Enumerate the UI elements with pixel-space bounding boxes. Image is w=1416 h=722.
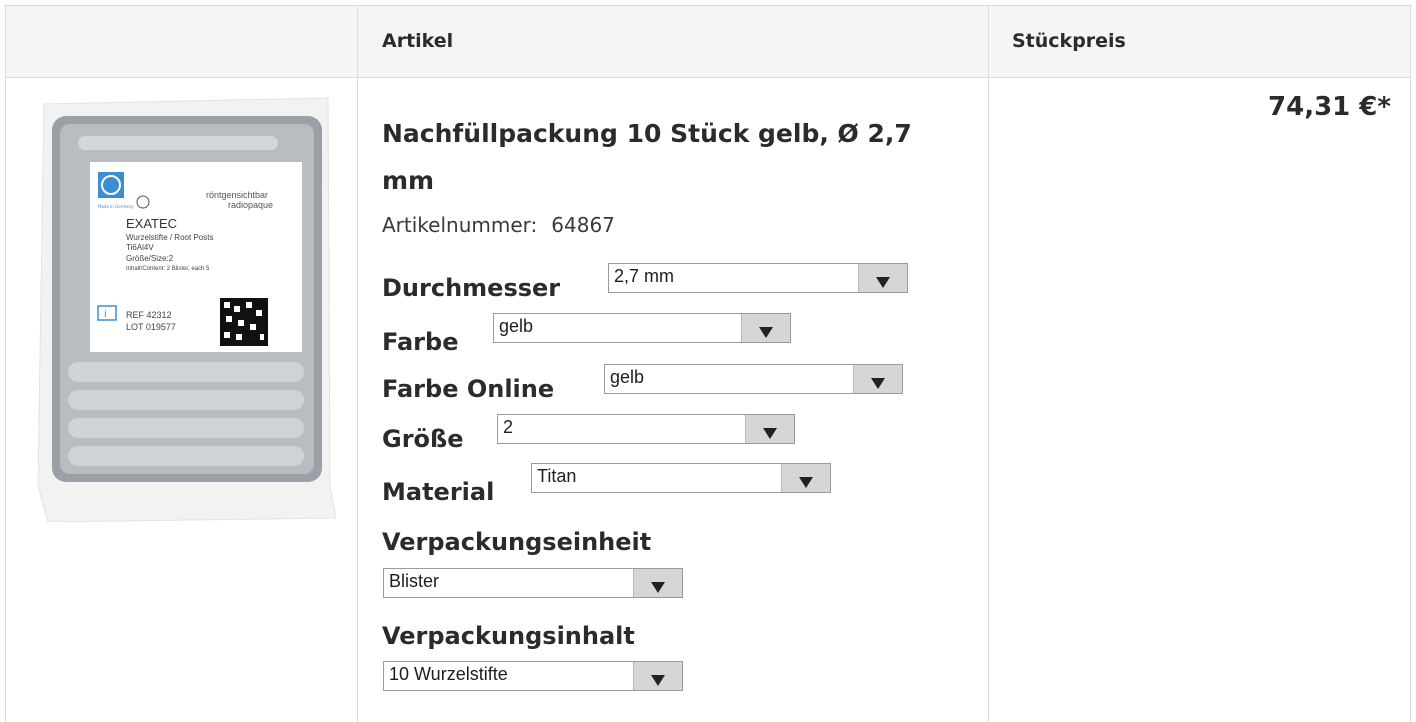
select-groesse-value: 2 <box>503 417 514 437</box>
label-verpackungseinheit: Verpackungseinheit <box>382 528 652 556</box>
select-durchmesser-value: 2,7 mm <box>614 266 675 286</box>
image-ref: REF 42312 <box>126 310 172 320</box>
article-number: Artikelnummer: 64867 <box>382 213 615 237</box>
select-farbe-online[interactable]: gelb <box>604 364 903 394</box>
chevron-down-icon <box>799 477 813 488</box>
select-verpackungsinhalt[interactable]: 10 Wurzelstifte <box>383 661 683 691</box>
column-header-article: Artikel <box>382 30 454 52</box>
chevron-down-icon <box>763 428 777 439</box>
select-farbe[interactable]: gelb <box>493 313 791 343</box>
article-number-label: Artikelnummer: <box>382 213 538 237</box>
select-verpackungsinhalt-button[interactable] <box>633 662 682 690</box>
image-desc: Wurzelstifte / Root Posts <box>126 233 213 242</box>
product-title: Nachfüllpackung 10 Stück gelb, Ø 2,7 mm <box>382 119 912 195</box>
chevron-down-icon <box>651 675 665 686</box>
image-lot: LOT 019577 <box>126 322 176 332</box>
select-groesse[interactable]: 2 <box>497 414 795 444</box>
table-right-border <box>1410 5 1411 722</box>
image-alloy: Ti6Al4V <box>126 243 154 252</box>
select-durchmesser-button[interactable] <box>858 264 907 292</box>
select-farbe-online-button[interactable] <box>853 365 902 393</box>
select-verpackungsinhalt-value: 10 Wurzelstifte <box>389 664 508 684</box>
column-divider-1 <box>357 5 358 722</box>
datamatrix-code <box>220 298 268 346</box>
image-product-name: EXATEC <box>126 216 177 231</box>
select-farbe-value: gelb <box>499 316 534 336</box>
svg-text:i: i <box>104 309 107 320</box>
chevron-down-icon <box>871 378 885 389</box>
select-material-button[interactable] <box>781 464 830 492</box>
unit-price: 74,31 €* <box>1268 92 1391 122</box>
product-image[interactable]: Made in Germany röntgensichtbar radiopaq… <box>38 94 336 522</box>
select-verpackungseinheit-button[interactable] <box>633 569 682 597</box>
label-verpackungsinhalt: Verpackungsinhalt <box>382 622 635 650</box>
image-size: Größe/Size:2 <box>126 254 174 263</box>
table-left-border <box>5 5 6 722</box>
select-material-value: Titan <box>537 466 577 486</box>
chevron-down-icon <box>651 582 665 593</box>
header-divider <box>5 77 1411 78</box>
select-farbe-button[interactable] <box>741 314 790 342</box>
select-farbe-online-value: gelb <box>610 367 645 387</box>
label-farbe-online: Farbe Online <box>382 375 555 403</box>
article-number-value: 64867 <box>551 213 615 237</box>
chevron-down-icon <box>876 277 890 288</box>
made-in-text: Made in Germany <box>98 204 134 209</box>
image-content: Inhalt/Content: 2 Blister, each 5 <box>126 266 210 272</box>
select-verpackungseinheit[interactable]: Blister <box>383 568 683 598</box>
label-durchmesser: Durchmesser <box>382 274 561 302</box>
label-farbe: Farbe <box>382 328 459 356</box>
column-divider-2 <box>988 5 989 722</box>
select-durchmesser[interactable]: 2,7 mm <box>608 263 908 293</box>
chevron-down-icon <box>759 327 773 338</box>
label-material: Material <box>382 478 495 506</box>
radiopaque-en: radiopaque <box>228 200 273 210</box>
select-verpackungseinheit-value: Blister <box>389 571 440 591</box>
label-groesse: Größe <box>382 425 464 453</box>
select-material[interactable]: Titan <box>531 463 831 493</box>
select-groesse-button[interactable] <box>745 415 794 443</box>
table-header <box>5 5 1411 77</box>
table-top-border <box>5 5 1411 6</box>
radiopaque-de: röntgensichtbar <box>206 190 268 200</box>
column-header-price: Stückpreis <box>1012 30 1126 52</box>
